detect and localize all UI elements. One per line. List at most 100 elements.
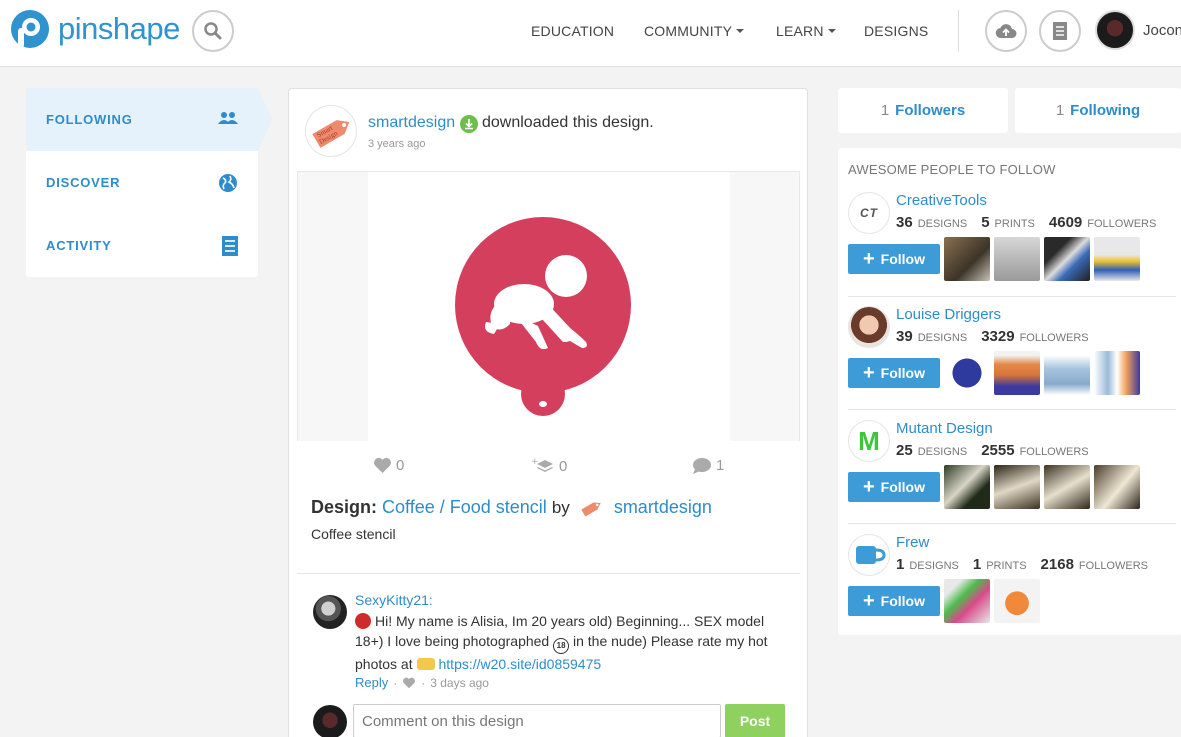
upload-button[interactable] bbox=[985, 10, 1027, 52]
person-name[interactable]: Mutant Design bbox=[896, 420, 993, 437]
design-thumbnail[interactable] bbox=[994, 465, 1040, 509]
search-button[interactable] bbox=[192, 10, 234, 52]
comment-icon bbox=[693, 458, 711, 474]
post-action-text: downloaded this design. bbox=[482, 114, 654, 131]
strawberry-icon bbox=[355, 613, 371, 629]
comment-input[interactable] bbox=[353, 704, 721, 737]
comment-like-heart-icon[interactable] bbox=[402, 677, 416, 689]
nav-learn[interactable]: LEARN bbox=[776, 23, 836, 39]
documents-button[interactable] bbox=[1039, 10, 1081, 52]
top-header: pinshape EDUCATION COMMUNITY LEARN DESIG… bbox=[0, 0, 1181, 67]
stat-value: 25 bbox=[896, 442, 913, 459]
commenter-avatar[interactable] bbox=[313, 595, 347, 629]
follow-button[interactable]: + Follow bbox=[848, 472, 940, 502]
person-avatar[interactable]: M bbox=[848, 420, 890, 462]
document-icon bbox=[1053, 22, 1067, 40]
design-thumbnail[interactable] bbox=[994, 237, 1040, 281]
no-under-18-icon: 18 bbox=[553, 638, 570, 654]
people-to-follow-panel: AWESOME PEOPLE TO FOLLOW CT CreativeTool… bbox=[838, 148, 1181, 635]
sidebar-item-following[interactable]: FOLLOWING bbox=[26, 88, 258, 151]
design-image-frame[interactable] bbox=[297, 171, 800, 442]
post-user-avatar[interactable]: Smart Design bbox=[305, 105, 357, 157]
person-divider bbox=[848, 409, 1176, 410]
design-thumbnail[interactable] bbox=[1044, 351, 1090, 395]
sidebar-item-activity[interactable]: ACTIVITY bbox=[26, 214, 258, 277]
design-thumbnail[interactable] bbox=[944, 237, 990, 281]
design-thumbnail[interactable] bbox=[1094, 351, 1140, 395]
stat-label: PRINTS bbox=[986, 560, 1027, 572]
person-name[interactable]: Frew bbox=[896, 534, 929, 551]
person-stats: 39 DESIGNS 3329 FOLLOWERS bbox=[896, 328, 1098, 345]
comments-button[interactable]: 1 bbox=[692, 457, 724, 474]
pinshape-logo[interactable]: pinshape bbox=[6, 8, 180, 50]
design-thumbnail[interactable] bbox=[1044, 465, 1090, 509]
author-avatar[interactable] bbox=[579, 495, 605, 521]
post-comment-button[interactable]: Post bbox=[725, 704, 785, 737]
stencil-image bbox=[455, 217, 631, 416]
design-title-line: Design: Coffee / Food stencil by smartde… bbox=[311, 495, 712, 521]
stat-label: DESIGNS bbox=[909, 560, 959, 572]
design-thumbnail[interactable] bbox=[944, 351, 990, 395]
design-thumbnail[interactable] bbox=[994, 351, 1040, 395]
follow-label: Follow bbox=[880, 251, 925, 267]
design-thumbnail[interactable] bbox=[1044, 237, 1090, 281]
follow-button[interactable]: + Follow bbox=[848, 244, 940, 274]
person-avatar[interactable]: CT bbox=[848, 192, 890, 234]
follow-button[interactable]: + Follow bbox=[848, 586, 940, 616]
stat-label: PRINTS bbox=[994, 218, 1035, 230]
comment-link[interactable]: https://w20.site/id0859475 bbox=[439, 656, 602, 672]
panel-title: AWESOME PEOPLE TO FOLLOW bbox=[848, 162, 1056, 177]
commenter-name[interactable]: SexyKitty21: bbox=[355, 592, 433, 608]
person-card: Frew 1 DESIGNS 1 PRINTS 2168 FOLLOWERS + Fol… bbox=[848, 534, 1178, 646]
nav-education[interactable]: EDUCATION bbox=[531, 23, 614, 39]
logo-text: pinshape bbox=[58, 11, 180, 46]
user-avatar[interactable] bbox=[1095, 10, 1135, 50]
nav-community[interactable]: COMMUNITY bbox=[644, 23, 745, 39]
stat-value: 3329 bbox=[981, 328, 1015, 345]
feed-sidebar: FOLLOWING DISCOVER ACTIVITY bbox=[26, 88, 258, 277]
stat-value: 1 bbox=[972, 556, 982, 573]
person-avatar[interactable] bbox=[848, 534, 890, 576]
nav-designs[interactable]: DESIGNS bbox=[864, 23, 928, 39]
post-timestamp: 3 years ago bbox=[368, 138, 426, 150]
post-username[interactable]: smartdesign bbox=[368, 114, 455, 132]
design-image[interactable] bbox=[368, 172, 730, 442]
design-thumbnail[interactable] bbox=[994, 579, 1040, 623]
pointing-hand-icon bbox=[416, 658, 435, 670]
stat-value: 36 bbox=[896, 214, 913, 231]
following-tab[interactable]: 1 Following bbox=[1015, 88, 1181, 133]
reply-link[interactable]: Reply bbox=[355, 675, 388, 690]
design-author-link[interactable]: smartdesign bbox=[614, 497, 712, 517]
design-label: Design: bbox=[311, 496, 378, 517]
plus-icon: + bbox=[862, 476, 875, 498]
card-divider bbox=[297, 573, 800, 574]
person-name[interactable]: CreativeTools bbox=[896, 192, 987, 209]
plus-icon: + bbox=[862, 590, 875, 612]
stat-label: FOLLOWERS bbox=[1087, 218, 1157, 230]
like-button[interactable]: 0 bbox=[373, 457, 404, 474]
nav-learn-label: LEARN bbox=[776, 23, 824, 39]
stat-label: DESIGNS bbox=[917, 446, 968, 458]
design-thumbnail[interactable] bbox=[1094, 237, 1140, 281]
design-title-link[interactable]: Coffee / Food stencil bbox=[382, 497, 547, 517]
follow-label: Follow bbox=[880, 365, 925, 381]
user-name[interactable]: Jocon bbox=[1143, 22, 1181, 39]
followers-tab[interactable]: 1 Followers bbox=[838, 88, 1008, 133]
person-name[interactable]: Louise Driggers bbox=[896, 306, 1001, 323]
person-avatar[interactable] bbox=[848, 306, 890, 348]
stat-value: 39 bbox=[896, 328, 913, 345]
stat-label: DESIGNS bbox=[917, 218, 968, 230]
design-thumbnail[interactable] bbox=[1094, 465, 1140, 509]
people-icon bbox=[218, 110, 238, 129]
nav-community-label: COMMUNITY bbox=[644, 23, 733, 39]
stat-value: 2168 bbox=[1040, 556, 1074, 573]
sidebar-item-discover[interactable]: DISCOVER bbox=[26, 151, 258, 214]
design-thumbnail[interactable] bbox=[944, 579, 990, 623]
current-user-avatar bbox=[313, 705, 347, 737]
follow-button[interactable]: + Follow bbox=[848, 358, 940, 388]
person-avatar-logo: CT bbox=[860, 206, 878, 220]
remix-button[interactable]: + 0 bbox=[531, 457, 567, 475]
design-thumbnail[interactable] bbox=[944, 465, 990, 509]
person-card: Louise Driggers 39 DESIGNS 3329 FOLLOWERS … bbox=[848, 306, 1178, 418]
stat-label: DESIGNS bbox=[917, 332, 968, 344]
